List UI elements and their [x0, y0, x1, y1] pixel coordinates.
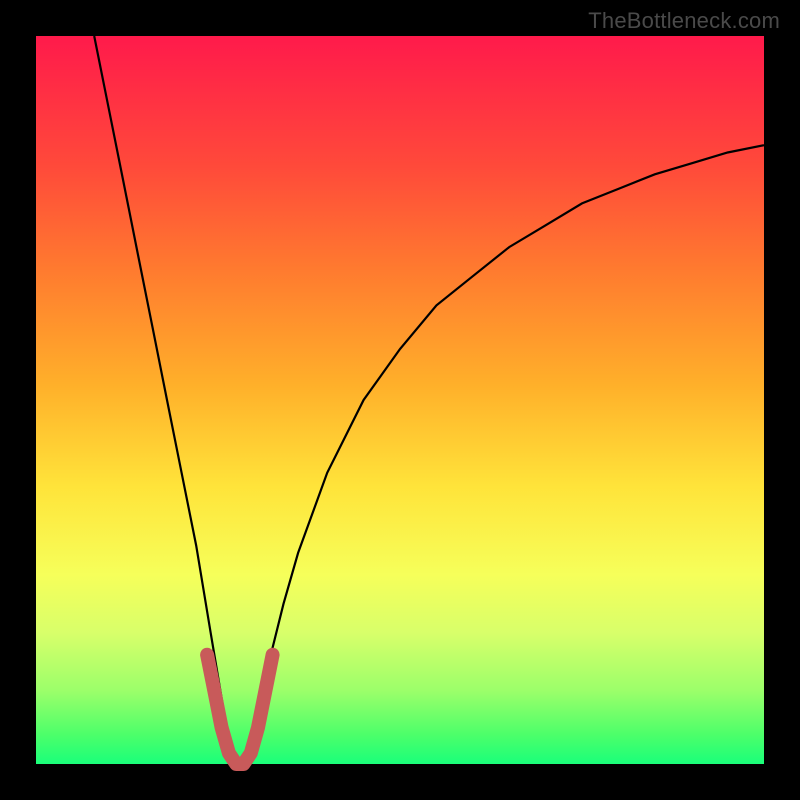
watermark-text: TheBottleneck.com	[588, 8, 780, 34]
curve-path	[94, 36, 764, 764]
plot-area	[36, 36, 764, 764]
chart-frame: TheBottleneck.com	[0, 0, 800, 800]
optimum-marker-path	[207, 655, 273, 764]
chart-svg	[36, 36, 764, 764]
